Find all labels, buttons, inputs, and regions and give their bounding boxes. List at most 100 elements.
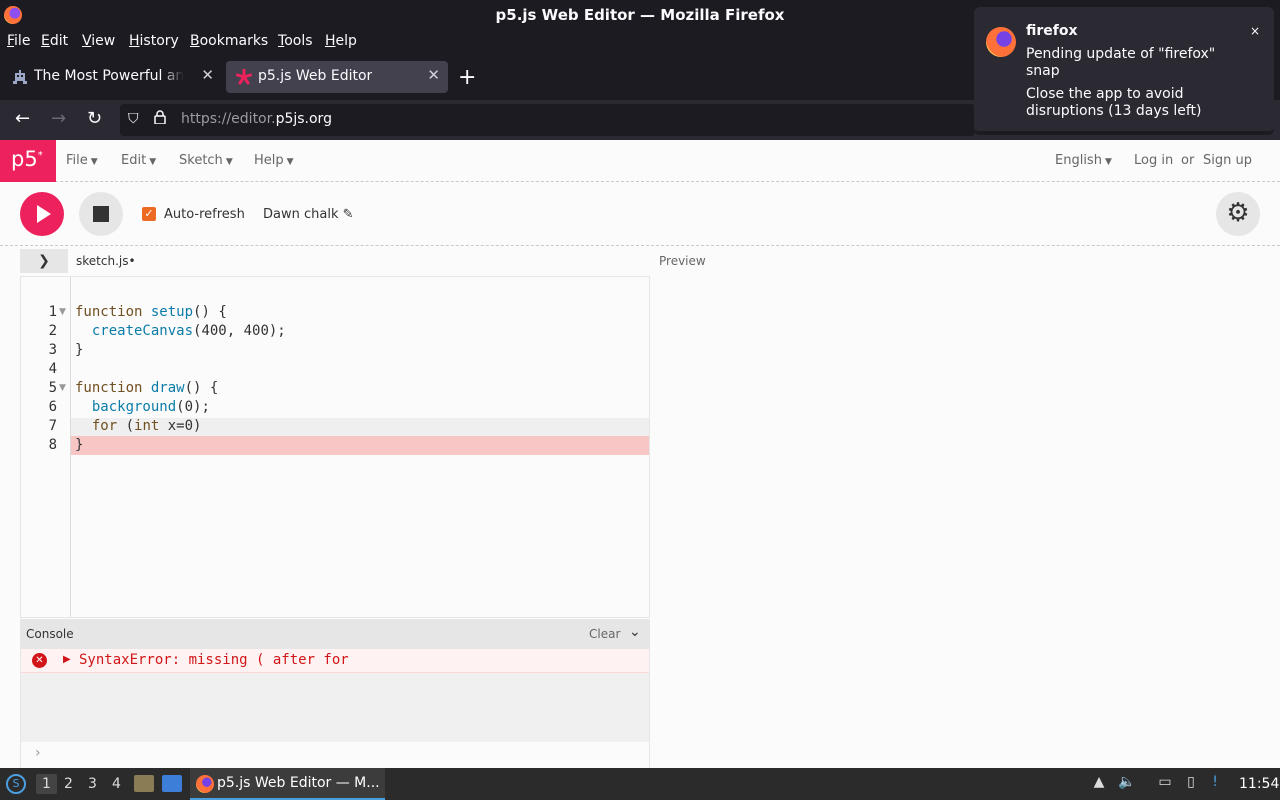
- unsaved-dot: •: [128, 254, 136, 268]
- caret-down-icon: ▼: [286, 157, 294, 167]
- console-clear-button[interactable]: Clear: [589, 627, 620, 641]
- clock: 11:54: [1239, 776, 1280, 792]
- workspace-4[interactable]: 4: [112, 776, 121, 792]
- caret-down-icon: ▼: [225, 157, 233, 167]
- new-tab-icon[interactable]: +: [458, 65, 476, 90]
- pencil-icon[interactable]: ✎: [343, 207, 354, 222]
- tray-up-arrow-icon[interactable]: ▲: [1090, 774, 1108, 792]
- lock-icon[interactable]: [154, 110, 166, 124]
- console-input[interactable]: ›: [21, 742, 649, 768]
- p5-menu-sketch[interactable]: Sketch ▼: [179, 153, 233, 168]
- sketch-name[interactable]: Dawn chalk ✎: [263, 207, 354, 222]
- language-selector[interactable]: English ▼: [1055, 153, 1112, 168]
- notification-title: firefox: [1026, 23, 1078, 39]
- stop-button[interactable]: [79, 192, 123, 236]
- menu-tools[interactable]: Tools: [278, 33, 313, 49]
- p5-menu-help[interactable]: Help ▼: [254, 153, 294, 168]
- error-line-highlight: [21, 436, 649, 455]
- menu-bookmarks[interactable]: Bookmarks: [190, 33, 268, 49]
- code-line: function setup() {: [75, 304, 227, 320]
- close-tab-icon[interactable]: ✕: [427, 66, 440, 84]
- line-number: 7: [48, 418, 57, 434]
- code-line: createCanvas(400, 400);: [91, 323, 286, 339]
- settings-gear-button[interactable]: ⚙: [1216, 192, 1260, 236]
- signup-link[interactable]: Sign up: [1203, 153, 1252, 168]
- fold-arrow-icon[interactable]: ▼: [59, 307, 66, 317]
- error-x-icon: ✕: [32, 653, 47, 668]
- notification-body: Pending update of "firefox" snap: [1026, 46, 1216, 79]
- file-tab-sketch-js[interactable]: sketch.js•: [76, 254, 136, 268]
- autorefresh-checkbox[interactable]: ✓: [142, 207, 156, 221]
- taskbar-firefox-window[interactable]: p5.js Web Editor — M...: [190, 768, 385, 800]
- tab-most-powerful[interactable]: The Most Powerful and R ✕: [2, 61, 222, 93]
- file-manager-icon[interactable]: [134, 775, 154, 792]
- line-number: 5: [48, 380, 57, 396]
- menu-file[interactable]: File: [7, 33, 30, 49]
- system-taskbar: S 1 2 3 4 p5.js Web Editor — M... ▲ 🔈 ▭ …: [0, 768, 1280, 800]
- back-arrow-icon[interactable]: ←: [15, 108, 30, 129]
- prompt-chevron-icon: ›: [35, 745, 41, 761]
- notification-detail: Close the app to avoid disruptions (13 d…: [1026, 86, 1202, 119]
- p5-logo[interactable]: p5*: [0, 140, 56, 182]
- reload-icon[interactable]: ↻: [87, 108, 102, 129]
- line-number: 1: [48, 304, 57, 320]
- url-bar[interactable]: ⛉ https://editor.p5js.org: [120, 104, 975, 136]
- update-notification[interactable]: firefox Pending update of "firefox" snap…: [974, 7, 1274, 135]
- caret-down-icon: ▼: [149, 157, 157, 167]
- workspace-1[interactable]: 1: [36, 774, 57, 794]
- fold-arrow-icon[interactable]: ▼: [59, 383, 66, 393]
- tab-label: The Most Powerful and R: [34, 68, 184, 84]
- preview-label: Preview: [659, 254, 706, 268]
- caret-down-icon: ▼: [1104, 157, 1112, 167]
- menu-edit[interactable]: Edit: [41, 33, 68, 49]
- notification-tray-icon[interactable]: !: [1206, 774, 1224, 792]
- url-text: https://editor.p5js.org: [181, 111, 332, 127]
- close-notification-icon[interactable]: ×: [1250, 24, 1260, 38]
- console-header: Console Clear ⌄: [21, 620, 649, 649]
- autorefresh-label: Auto-refresh: [164, 207, 245, 222]
- p5-toolbar: ✓ Auto-refresh Dawn chalk ✎ ⚙: [0, 182, 1280, 246]
- line-number: 4: [48, 361, 57, 377]
- code-line: background(0);: [91, 399, 210, 415]
- tab-p5js-editor[interactable]: p5.js Web Editor ✕: [226, 61, 448, 93]
- line-gutter: 1 ▼ 2 3 4 5 ▼ 6 7 8: [21, 277, 71, 617]
- clipboard-icon[interactable]: ▯: [1182, 774, 1200, 792]
- or-text: or: [1181, 153, 1195, 168]
- firefox-logo-icon: [986, 27, 1016, 57]
- play-button[interactable]: [20, 192, 64, 236]
- code-line: }: [75, 342, 84, 358]
- console-error-row[interactable]: ✕ ▶ SyntaxError: missing ( after for: [21, 649, 649, 673]
- login-link[interactable]: Log in: [1134, 153, 1173, 168]
- start-menu-icon[interactable]: S: [6, 774, 26, 794]
- menu-history[interactable]: History: [129, 33, 179, 49]
- code-editor[interactable]: 1 ▼ 2 3 4 5 ▼ 6 7 8 function setup() { c…: [20, 276, 650, 618]
- robot-favicon-icon: [13, 70, 27, 84]
- chevron-down-icon[interactable]: ⌄: [629, 624, 641, 640]
- error-message: SyntaxError: missing ( after for: [79, 652, 349, 668]
- close-tab-icon[interactable]: ✕: [201, 66, 214, 84]
- tab-label: p5.js Web Editor: [258, 68, 373, 84]
- line-number: 8: [48, 437, 57, 453]
- desktop-icon[interactable]: [162, 775, 182, 792]
- console-label: Console: [26, 627, 74, 641]
- p5-menu-edit[interactable]: Edit ▼: [121, 153, 156, 168]
- volume-icon[interactable]: 🔈: [1118, 774, 1136, 792]
- code-line: }: [75, 437, 84, 453]
- workspace-3[interactable]: 3: [88, 776, 97, 792]
- shield-icon[interactable]: ⛉: [128, 111, 139, 127]
- line-number: 2: [48, 323, 57, 339]
- sidebar-toggle-chevron-icon[interactable]: ❯: [20, 249, 68, 273]
- workspace-2[interactable]: 2: [64, 776, 73, 792]
- code-line: function draw() {: [75, 380, 219, 396]
- p5-menu-file[interactable]: File ▼: [66, 153, 98, 168]
- menu-help[interactable]: Help: [325, 33, 357, 49]
- forward-arrow-icon[interactable]: →: [51, 108, 66, 129]
- line-number: 3: [48, 342, 57, 358]
- network-icon[interactable]: ▭: [1156, 774, 1174, 792]
- expand-triangle-icon[interactable]: ▶: [63, 654, 71, 665]
- console-panel: Console Clear ⌄ ✕ ▶ SyntaxError: missing…: [20, 619, 650, 769]
- caret-down-icon: ▼: [90, 157, 98, 167]
- code-line: for (int x=0): [91, 418, 202, 434]
- menu-view[interactable]: View: [82, 33, 115, 49]
- taskbar-window-title: p5.js Web Editor — M...: [217, 775, 380, 791]
